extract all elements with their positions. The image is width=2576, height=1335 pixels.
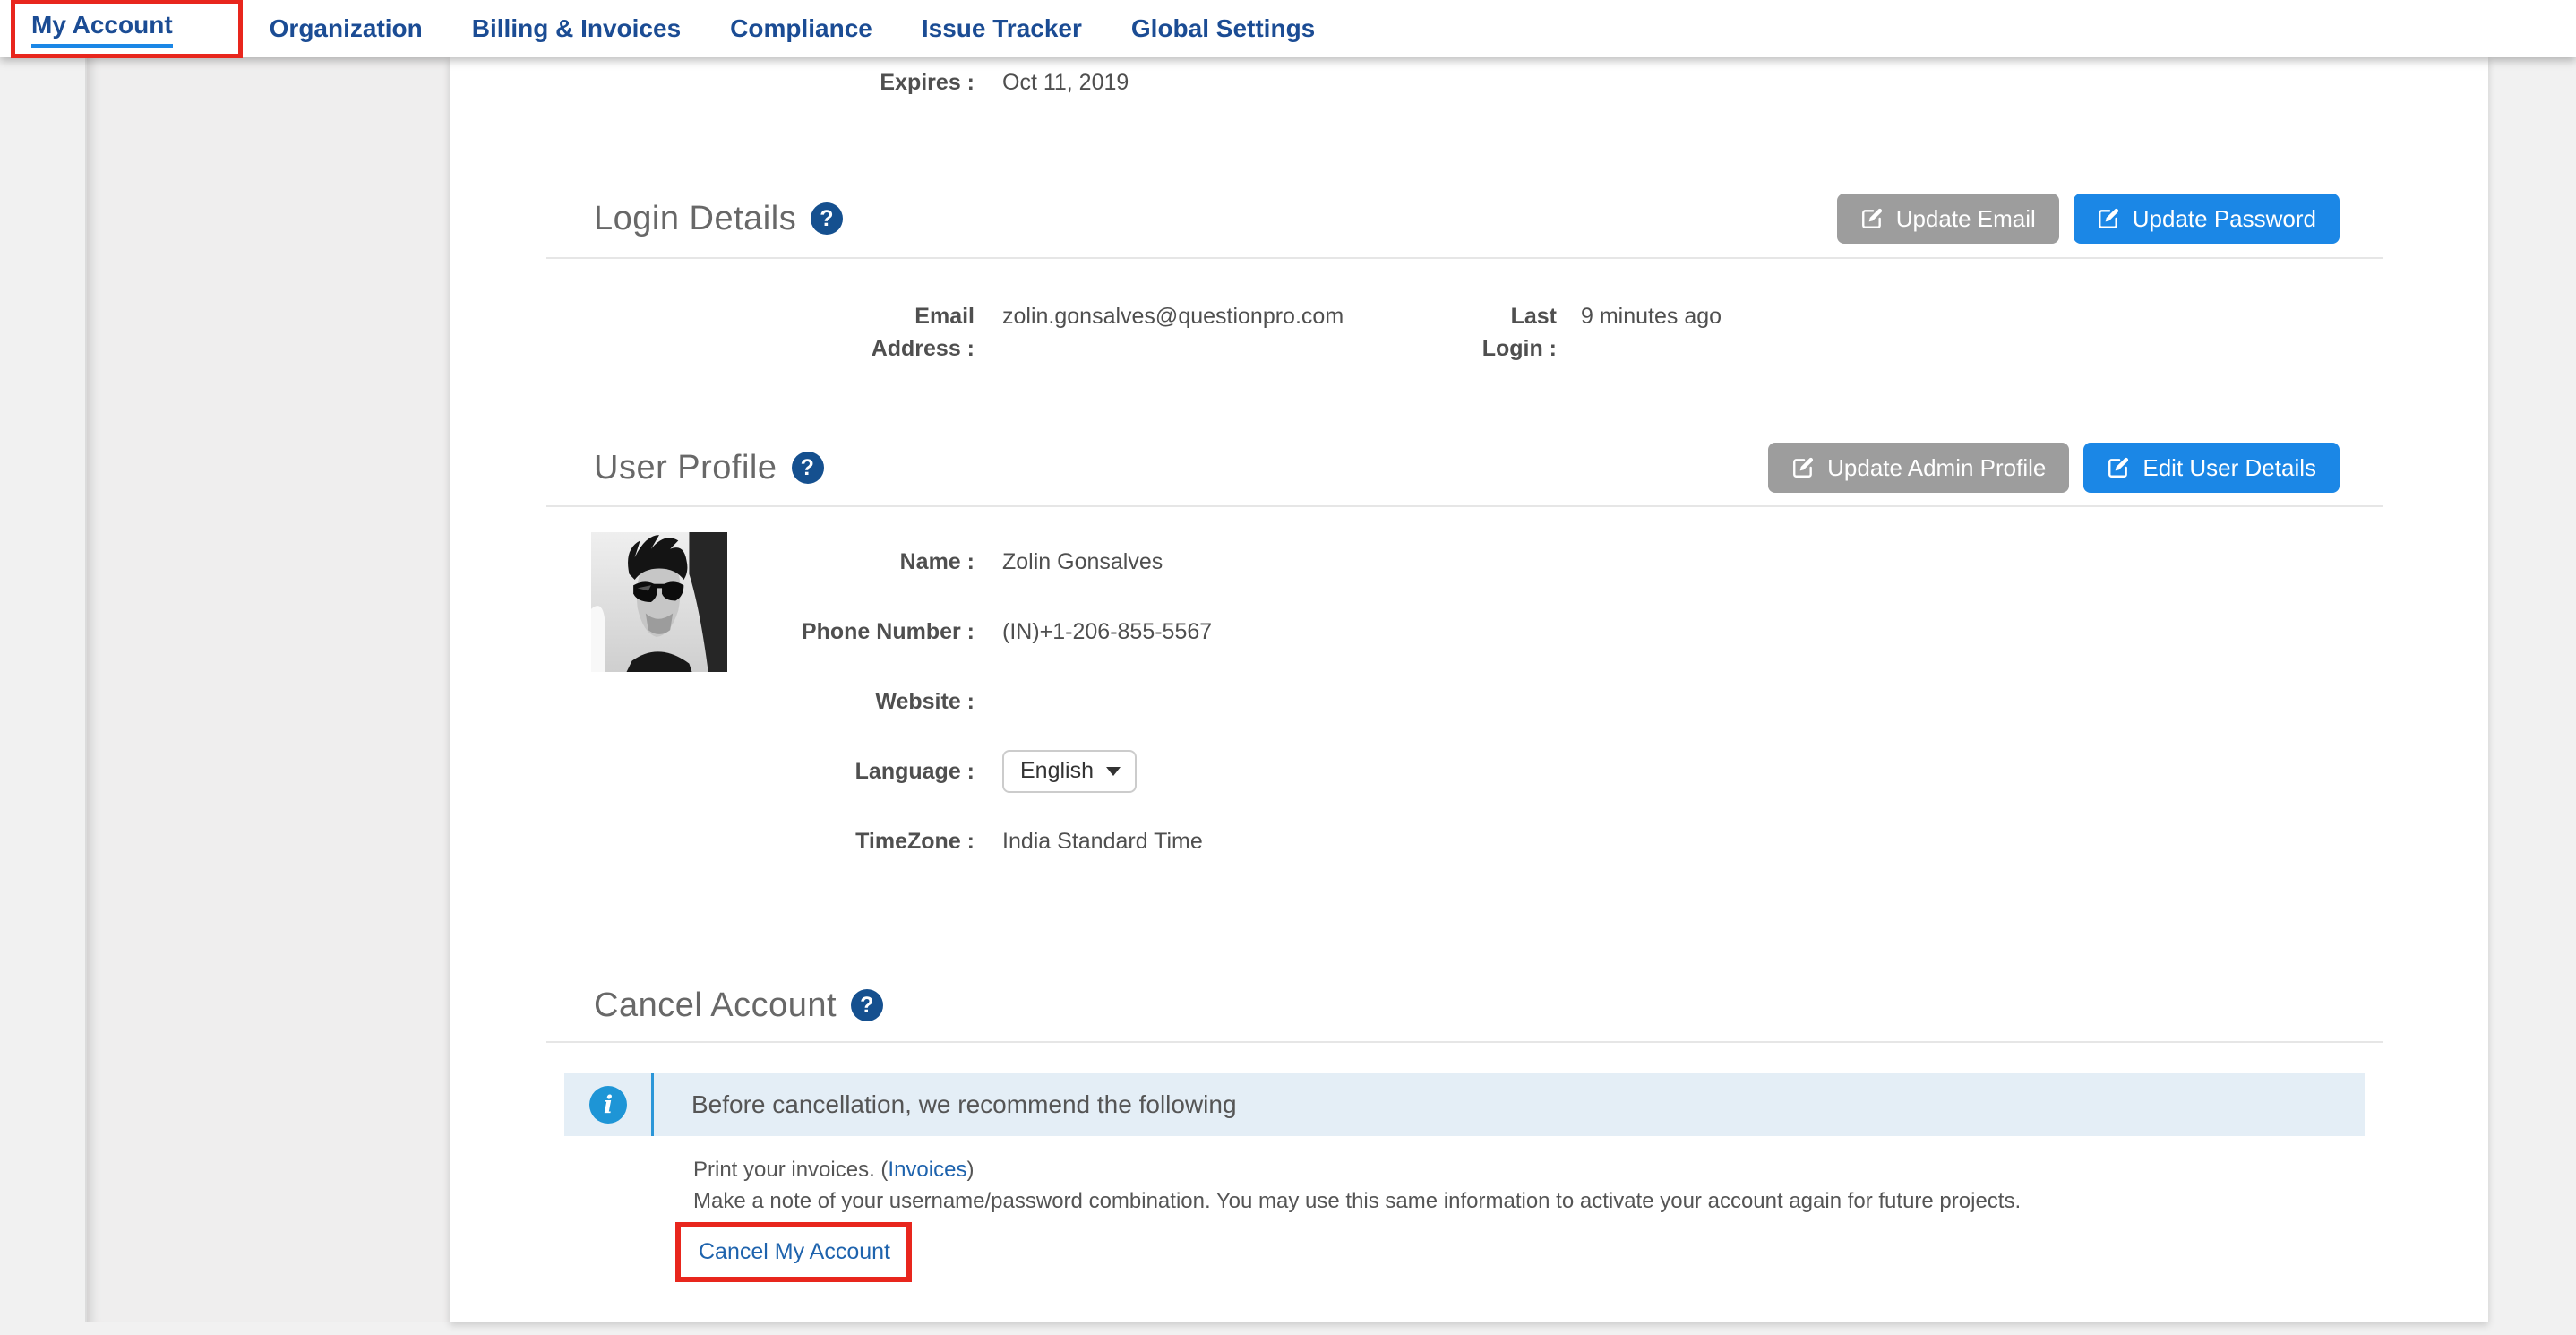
edit-user-details-button[interactable]: Edit User Details <box>2083 443 2340 493</box>
edit-user-details-label: Edit User Details <box>2142 454 2316 482</box>
tab-issue-tracker[interactable]: Issue Tracker <box>922 14 1082 43</box>
main-panel: Expires : Oct 11, 2019 Login Details ? U… <box>450 57 2488 1322</box>
update-email-button[interactable]: Update Email <box>1837 194 2059 244</box>
name-value: Zolin Gonsalves <box>1002 546 1163 578</box>
info-icon: i <box>589 1086 627 1124</box>
language-selected-value: English <box>1020 758 1094 784</box>
user-profile-title-wrap: User Profile ? <box>594 449 824 487</box>
update-admin-profile-button[interactable]: Update Admin Profile <box>1768 443 2069 493</box>
update-password-button[interactable]: Update Password <box>2074 194 2340 244</box>
section-divider <box>546 257 2383 259</box>
cancellation-info-alert: i Before cancellation, we recommend the … <box>564 1073 2365 1136</box>
content-inner: Expires : Oct 11, 2019 Login Details ? U… <box>546 57 2383 1322</box>
cancel-account-title: Cancel Account <box>594 986 837 1025</box>
user-profile-header: User Profile ? Update Admin Profile <box>546 441 2383 495</box>
tab-compliance[interactable]: Compliance <box>730 14 872 43</box>
user-profile-buttons: Update Admin Profile Edit User Details <box>1768 443 2340 493</box>
invoices-link[interactable]: Invoices <box>888 1158 966 1182</box>
edit-icon <box>1860 207 1884 230</box>
annotation-box-my-account: My Account <box>11 0 243 58</box>
section-divider <box>546 1041 2383 1043</box>
cancel-account-header: Cancel Account ? <box>546 978 2383 1032</box>
login-details-buttons: Update Email Update Password <box>1837 194 2340 244</box>
user-profile-fields: Name : Zolin Gonsalves Phone Number : (I… <box>546 527 2383 876</box>
website-label: Website : <box>546 685 975 718</box>
email-address-label: Email Address : <box>546 300 975 365</box>
user-profile-title: User Profile <box>594 449 777 487</box>
field-row-website: Website : <box>546 667 2383 736</box>
phone-number-value: (IN)+1-206-855-5567 <box>1002 616 1212 648</box>
tab-my-account[interactable]: My Account <box>31 11 173 48</box>
edit-icon <box>2107 456 2130 479</box>
timezone-value: India Standard Time <box>1002 825 1203 857</box>
cancel-account-title-wrap: Cancel Account ? <box>594 986 883 1025</box>
edit-icon <box>1791 456 1815 479</box>
help-icon[interactable]: ? <box>851 989 883 1021</box>
expires-label: Expires : <box>546 66 975 99</box>
recommendation-line-credentials: Make a note of your username/password co… <box>693 1189 2021 1214</box>
language-label: Language : <box>546 755 975 788</box>
last-login-label: Last Login : <box>1449 300 1557 365</box>
timezone-label: TimeZone : <box>546 825 975 857</box>
language-select[interactable]: English <box>1002 750 1137 793</box>
alert-heading: Before cancellation, we recommend the fo… <box>691 1090 1237 1119</box>
update-email-label: Update Email <box>1896 205 2036 233</box>
sidebar-panel <box>85 57 450 1322</box>
alert-divider <box>651 1073 654 1136</box>
field-row-name: Name : Zolin Gonsalves <box>546 527 2383 597</box>
line1-suffix: ) <box>966 1158 974 1182</box>
cancel-my-account-link[interactable]: Cancel My Account <box>699 1239 890 1264</box>
tab-my-account-label: My Account <box>31 11 173 48</box>
name-label: Name : <box>546 546 975 578</box>
update-admin-profile-label: Update Admin Profile <box>1827 454 2046 482</box>
field-row-timezone: TimeZone : India Standard Time <box>546 806 2383 876</box>
phone-number-label: Phone Number : <box>546 616 975 648</box>
chevron-down-icon <box>1106 767 1121 776</box>
section-divider <box>546 505 2383 507</box>
tab-billing-invoices[interactable]: Billing & Invoices <box>472 14 681 43</box>
edit-icon <box>2097 207 2120 230</box>
expires-value: Oct 11, 2019 <box>1002 66 1129 99</box>
last-login-value: 9 minutes ago <box>1581 300 1722 332</box>
login-details-fields: Email Address : zolin.gonsalves@question… <box>546 300 1722 365</box>
login-details-title: Login Details <box>594 200 796 238</box>
email-address-value: zolin.gonsalves@questionpro.com <box>1002 300 1449 332</box>
help-icon[interactable]: ? <box>811 202 843 235</box>
field-row-phone: Phone Number : (IN)+1-206-855-5567 <box>546 597 2383 667</box>
login-details-title-wrap: Login Details ? <box>594 200 843 238</box>
tab-organization[interactable]: Organization <box>270 14 423 43</box>
line1-prefix: Print your invoices. ( <box>693 1158 888 1182</box>
help-icon[interactable]: ? <box>792 452 824 484</box>
account-settings-screen: My Account Organization Billing & Invoic… <box>0 0 2576 1335</box>
tab-global-settings[interactable]: Global Settings <box>1131 14 1315 43</box>
field-row-language: Language : English <box>546 736 2383 806</box>
recommendation-line-invoices: Print your invoices. (Invoices) <box>693 1158 974 1183</box>
annotation-box-cancel-account: Cancel My Account <box>675 1222 912 1282</box>
license-expires-row: Expires : Oct 11, 2019 <box>546 66 1129 99</box>
update-password-label: Update Password <box>2133 205 2316 233</box>
top-nav: My Account Organization Billing & Invoic… <box>0 0 2576 57</box>
login-details-header: Login Details ? Update Email <box>546 192 2383 245</box>
